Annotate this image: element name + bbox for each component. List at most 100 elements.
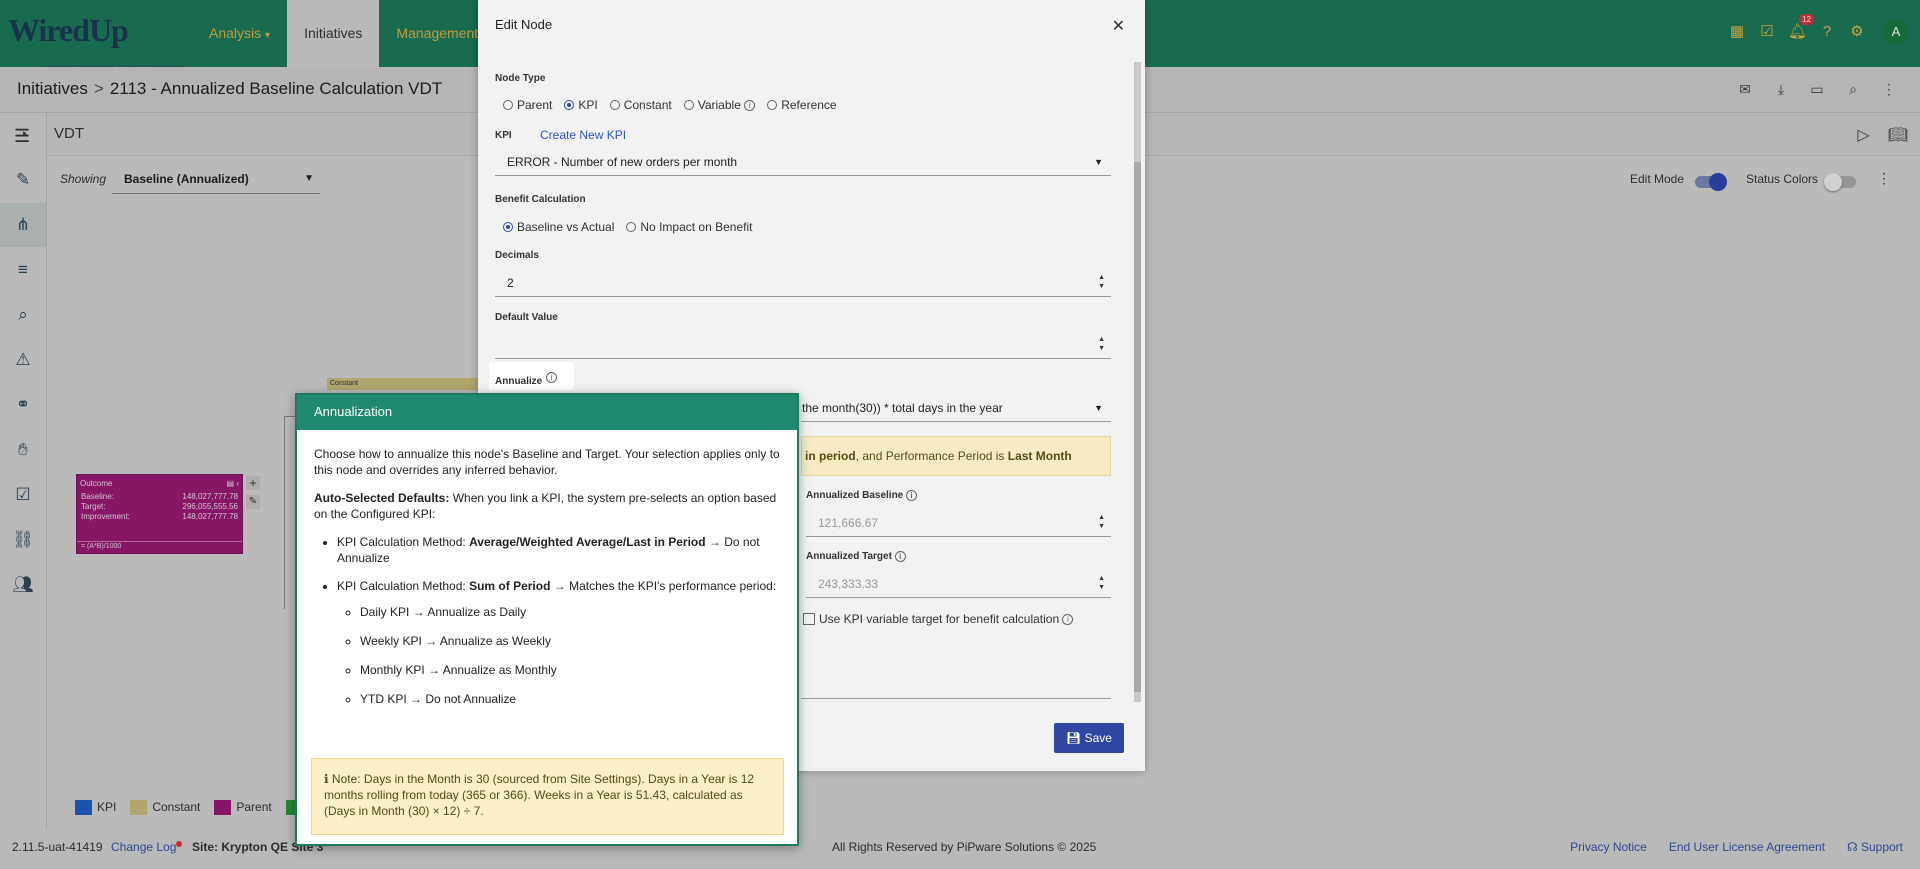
popover-title: Annualization — [297, 395, 797, 430]
benefit-radio-group: Baseline vs Actual No Impact on Benefit — [503, 220, 764, 234]
node-title: Outcome — [80, 479, 113, 488]
default-value-label: Default Value — [495, 312, 558, 323]
calendar-check-icon[interactable]: ☑ — [1758, 23, 1776, 41]
version-text: 2.11.5-uat-41419 — [12, 840, 103, 854]
annualize-select[interactable]: the month(30)) * total days in the year ▼ — [801, 394, 1111, 422]
play-icon[interactable]: ▷ — [1857, 125, 1869, 145]
create-kpi-link[interactable]: Create New KPI — [540, 128, 626, 142]
edit-node-icon[interactable]: ✎ — [246, 495, 260, 509]
node-type-label: Node Type — [495, 73, 546, 84]
list-item: YTD KPI → Do not Annualize — [360, 691, 780, 707]
menu-icon[interactable]: ☰ — [14, 126, 30, 147]
settings-icon[interactable]: ⚙ — [1848, 23, 1866, 41]
warning-icon[interactable]: ⚠ — [0, 338, 46, 382]
default-value-input[interactable]: ▲ ▼ — [495, 331, 1111, 359]
edit-mode-label: Edit Mode — [1630, 172, 1685, 186]
change-log-link[interactable]: Change Log — [111, 829, 183, 865]
stepper-icon: ▲ ▼ — [1098, 336, 1105, 352]
rule-sum: KPI Calculation Method: Sum of Period → … — [337, 578, 780, 707]
footer: 2.11.5-uat-41419 Change Log Site: Krypto… — [0, 829, 1920, 869]
support-link[interactable]: ☊ Support — [1847, 829, 1903, 865]
privacy-link[interactable]: Privacy Notice — [1570, 829, 1647, 865]
chart-icon[interactable]: ▤ ‹ — [227, 479, 239, 488]
caret-down-icon: ▼ — [1094, 403, 1103, 413]
status-colors-label: Status Colors — [1746, 172, 1819, 186]
close-icon[interactable]: ✕ — [1112, 16, 1125, 36]
checklist-icon[interactable]: ☑ — [0, 473, 46, 517]
help-icon[interactable]: ? — [1818, 23, 1836, 41]
calendar-icon[interactable]: ▦ — [1728, 23, 1746, 41]
breadcrumb-root[interactable]: Initiatives — [17, 79, 88, 98]
annualized-target-label: Annualized Target i — [806, 551, 906, 562]
legend-constant: Constant — [130, 800, 200, 816]
legend-parent: Parent — [214, 800, 272, 816]
workflow-icon[interactable]: ⛓ — [0, 518, 46, 562]
list-item: Weekly KPI → Annualize as Weekly — [360, 633, 780, 649]
breadcrumb-separator: > — [93, 79, 104, 98]
search-icon[interactable]: ⌕ — [0, 293, 46, 337]
stepper-icon: ▲ ▼ — [1098, 575, 1105, 591]
node-formula: = (A*B)/1000 — [77, 541, 242, 553]
page-title: 2113 - Annualized Baseline Calculation V… — [109, 79, 443, 98]
modal-scrollbar[interactable] — [1134, 62, 1141, 702]
outcome-node[interactable]: Outcome ▤ ‹ Baseline: 148,027,777.78 Targe… — [76, 474, 243, 554]
note-icon[interactable]: ▭ — [1808, 80, 1826, 98]
search-document-icon[interactable]: ⌕ — [1844, 80, 1862, 98]
showing-label: Showing — [60, 172, 107, 186]
nav-item-analysis[interactable]: Analysis ▾ — [192, 0, 287, 67]
binoculars-icon[interactable]: ⚭ — [0, 383, 46, 427]
annualize-info-icon[interactable]: i — [545, 372, 557, 383]
status-colors-toggle[interactable] — [1824, 173, 1856, 191]
main-nav: Analysis ▾ Initiatives Management — [192, 0, 495, 67]
kpi-select[interactable]: ERROR - Number of new orders per month ▼ — [495, 148, 1111, 176]
breadcrumb: Initiatives >2113 - Annualized Baseline C… — [17, 79, 442, 99]
mail-icon[interactable]: ✉ — [1736, 80, 1754, 98]
decimals-input[interactable]: 2 ▲ ▼ — [495, 269, 1111, 297]
node-legend: KPI Constant Parent — [75, 800, 308, 816]
info-icon: i — [894, 551, 906, 562]
users-icon[interactable]: 👥︎ — [0, 563, 46, 607]
logo-text: WiredUp — [8, 12, 129, 48]
avatar[interactable]: A — [1884, 20, 1908, 44]
annualization-popover: Annualization Choose how to annualize th… — [295, 393, 799, 846]
kpi-variable-target-checkbox[interactable]: Use KPI variable target for benefit calc… — [803, 612, 1074, 626]
edit-icon[interactable]: ✎ — [0, 158, 46, 202]
more-vertical-icon[interactable]: ⋮ — [1880, 80, 1898, 98]
popover-note: ℹ Note: Days in the Month is 30 (sourced… — [311, 758, 784, 835]
annualized-target-input: 243,333.33 ▲ ▼ — [806, 570, 1111, 598]
radio-kpi[interactable]: KPI — [564, 98, 598, 112]
info-icon: i — [744, 99, 756, 111]
annualized-baseline-label: Annualized Baseline i — [806, 490, 918, 501]
nav-item-initiatives[interactable]: Initiatives — [287, 0, 380, 67]
sidebar: ◔ ✎ ⋔ ≡ ⌕ ⚠ ⚭ ✋︎ ☑ ⛓ 👥︎ — [0, 113, 47, 829]
radio-constant[interactable]: Constant — [609, 98, 672, 112]
popover-auto-defaults: Auto-Selected Defaults: When you link a … — [314, 491, 777, 521]
book-icon[interactable]: 📖︎ — [1888, 125, 1908, 145]
constant-node[interactable]: Constant — [327, 378, 492, 390]
modal-title: Edit Node — [495, 17, 553, 32]
vdt-toolbar-actions: ▷ 📖︎ — [1857, 125, 1908, 145]
copyright: All Rights Reserved by PiPware Solutions… — [832, 840, 1097, 854]
radio-no-impact[interactable]: No Impact on Benefit — [626, 220, 752, 234]
bell-icon[interactable]: 🔔︎ 12 — [1788, 14, 1814, 41]
edit-mode-toggle[interactable] — [1695, 173, 1727, 191]
app-logo[interactable]: WiredUpMaking Strategy Work with Transfo… — [8, 10, 185, 71]
download-icon[interactable]: ⤓ — [1772, 80, 1790, 98]
add-node-icon[interactable]: + — [246, 476, 260, 490]
annualize-label-box: Annualize i — [489, 362, 574, 390]
save-button[interactable]: 💾︎ Save — [1054, 723, 1124, 753]
legend-kpi: KPI — [75, 800, 116, 816]
radio-variable[interactable]: Variable i — [683, 98, 756, 112]
canvas-more-icon[interactable]: ⋮ — [1877, 170, 1891, 187]
list-icon[interactable]: ≡ — [0, 248, 46, 292]
eula-link[interactable]: End User License Agreement — [1669, 829, 1825, 865]
caret-down-icon: ▼ — [1094, 157, 1103, 167]
radio-baseline-vs-actual[interactable]: Baseline vs Actual — [503, 220, 614, 234]
stepper-icon: ▲ ▼ — [1098, 274, 1105, 290]
hand-icon[interactable]: ✋︎ — [0, 428, 46, 472]
showing-select[interactable]: Baseline (Annualized) ▼ — [112, 167, 320, 194]
tree-diagram-icon[interactable]: ⋔ — [0, 203, 46, 247]
annualized-baseline-input: 121,666.67 ▲ ▼ — [806, 509, 1111, 537]
radio-reference[interactable]: Reference — [767, 98, 837, 112]
radio-parent[interactable]: Parent — [503, 98, 552, 112]
